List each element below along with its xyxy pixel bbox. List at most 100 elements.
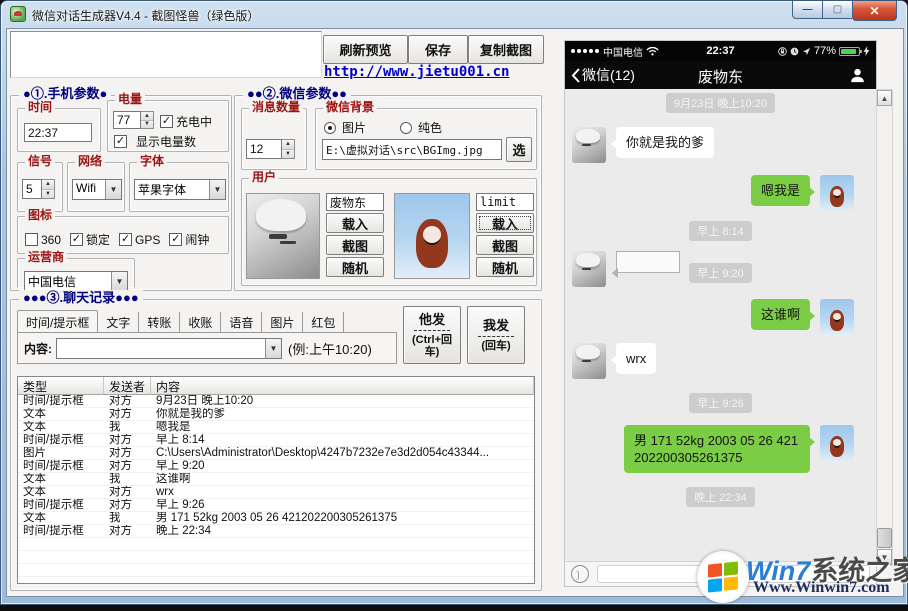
msg-count-input[interactable] [246, 139, 282, 159]
network-select[interactable]: Wifi ▼ [72, 179, 122, 200]
charging-bolt-icon [863, 46, 870, 56]
battery-group: 电量 ▲▼ ✓ 充电中 ✓ 显示电量数 [107, 100, 229, 152]
contact-avatar[interactable] [572, 127, 606, 163]
table-row[interactable]: 文本我男 171 52kg 2003 05 26 421202200305261… [18, 512, 534, 525]
message-bubble[interactable]: wrx [616, 343, 656, 374]
my-avatar[interactable] [820, 299, 854, 335]
battery-spinner[interactable]: ▲▼ [141, 111, 154, 129]
tab-红包[interactable]: 红包 [303, 312, 344, 332]
icon-checkbox[interactable]: ✓ [70, 233, 83, 246]
table-cell: 文本 [18, 421, 104, 433]
title-bar[interactable]: 微信对话生成器V4.4 - 截图怪兽（绿色版） [1, 1, 907, 28]
column-header[interactable]: 发送者 [104, 377, 151, 395]
table-row[interactable]: 文本我这谁啊 [18, 473, 534, 486]
user-left-load-button[interactable]: 载入 [326, 213, 384, 233]
message-bubble[interactable]: 男 171 52kg 2003 05 26 421202200305261375 [624, 425, 810, 473]
minimize-button[interactable]: — [792, 1, 823, 19]
table-row[interactable]: 文本对方你就是我的爹 [18, 408, 534, 421]
table-row[interactable]: 时间/提示框对方早上 9:26 [18, 499, 534, 512]
user-right-name-input[interactable] [476, 193, 534, 211]
table-row[interactable]: 文本对方wrx [18, 486, 534, 499]
icon-checkbox[interactable] [25, 233, 38, 246]
chevron-down-icon[interactable]: ▼ [111, 272, 127, 290]
bg-color-radio[interactable] [400, 122, 412, 134]
bottom-edge [0, 605, 908, 611]
user-right-screenshot-button[interactable]: 截图 [476, 235, 534, 255]
show-battery-checkbox[interactable]: ✓ [114, 135, 127, 148]
preview-scrollbar[interactable]: ▲ ▼ [876, 89, 893, 566]
contact-avatar[interactable] [572, 343, 606, 379]
bg-path-input[interactable] [322, 139, 502, 160]
scrollbar-thumb[interactable] [877, 528, 892, 548]
message-bubble[interactable]: 你就是我的爹 [616, 127, 714, 158]
font-select[interactable]: 苹果字体 ▼ [134, 179, 226, 200]
bg-image-radio[interactable] [324, 122, 336, 134]
table-row[interactable]: 时间/提示框对方晚上 22:34 [18, 525, 534, 538]
table-row[interactable]: 时间/提示框对方9月23日 晚上10:20 [18, 395, 534, 408]
table-row[interactable]: 时间/提示框对方早上 8:14 [18, 434, 534, 447]
my-avatar[interactable] [820, 175, 854, 211]
spin-down-icon[interactable]: ▼ [282, 150, 294, 159]
contact-avatar[interactable] [572, 251, 606, 287]
user-left-avatar[interactable] [246, 193, 320, 279]
chevron-down-icon[interactable]: ▼ [265, 339, 281, 358]
user-right-avatar[interactable] [394, 193, 470, 279]
time-input[interactable] [24, 123, 92, 142]
voice-icon[interactable] [571, 565, 589, 583]
msg-count-spinner[interactable]: ▲▼ [282, 139, 295, 159]
my-avatar[interactable] [820, 425, 854, 461]
spin-down-icon[interactable]: ▼ [42, 190, 54, 199]
message-bubble[interactable]: 嗯我是 [751, 175, 810, 206]
spin-up-icon[interactable]: ▲ [282, 140, 294, 150]
signal-input[interactable] [22, 179, 42, 199]
column-header[interactable]: 内容 [151, 377, 534, 395]
user-right-random-button[interactable]: 随机 [476, 257, 534, 277]
tab-时间/提示框[interactable]: 时间/提示框 [17, 310, 98, 332]
icon-checkbox[interactable]: ✓ [169, 233, 182, 246]
phone-status-bar: 中国电信 22:37 77% [565, 41, 876, 61]
lock-icon [778, 47, 787, 56]
refresh-preview-button[interactable]: 刷新预览 [323, 35, 408, 64]
message-bubble[interactable]: 这谁啊 [751, 299, 810, 330]
chevron-down-icon[interactable]: ▼ [209, 180, 225, 199]
tab-图片[interactable]: 图片 [262, 312, 303, 332]
send-as-other-button[interactable]: 他发 (Ctrl+回车) [403, 306, 461, 364]
column-header[interactable]: 类型 [18, 377, 104, 395]
send-as-me-button[interactable]: 我发 (回车) [467, 306, 525, 364]
user-left-name-input[interactable] [326, 193, 384, 211]
table-row[interactable]: 时间/提示框对方早上 9:20 [18, 460, 534, 473]
image-message-placeholder[interactable] [616, 251, 680, 273]
charging-checkbox[interactable]: ✓ [160, 115, 173, 128]
copy-screenshot-button[interactable]: 复制截图 [468, 35, 544, 64]
user-left-random-button[interactable]: 随机 [326, 257, 384, 277]
signal-spinner[interactable]: ▲▼ [42, 179, 55, 199]
chat-record-table[interactable]: 类型发送者内容 时间/提示框对方9月23日 晚上10:20文本对方你就是我的爹文… [17, 376, 535, 584]
table-cell: 时间/提示框 [18, 525, 104, 537]
scroll-up-icon[interactable]: ▲ [877, 90, 892, 106]
contact-person-icon[interactable] [849, 67, 866, 88]
choose-bg-button[interactable]: 选 [506, 137, 532, 162]
content-combo[interactable]: ▼ [56, 338, 282, 359]
user-left-screenshot-button[interactable]: 截图 [326, 235, 384, 255]
table-cell: 早上 8:14 [151, 434, 534, 446]
user-right-load-button[interactable]: 载入 [476, 213, 534, 233]
tab-语音[interactable]: 语音 [221, 312, 262, 332]
website-link[interactable]: http://www.jietu001.cn [324, 64, 509, 80]
tab-文字[interactable]: 文字 [98, 312, 139, 332]
battery-value-input[interactable] [113, 111, 141, 129]
icon-checkbox[interactable]: ✓ [119, 233, 132, 246]
table-row[interactable]: 文本我嗯我是 [18, 421, 534, 434]
save-button[interactable]: 保存 [408, 35, 468, 64]
table-body: 时间/提示框对方9月23日 晚上10:20文本对方你就是我的爹文本我嗯我是时间/… [18, 395, 534, 584]
table-row[interactable]: 图片对方C:\Users\Administrator\Desktop\4247b… [18, 447, 534, 460]
message-type-tabs: 时间/提示框文字转账收账语音图片红包 [17, 310, 344, 332]
tab-转账[interactable]: 转账 [139, 312, 180, 332]
spin-up-icon[interactable]: ▲ [42, 180, 54, 190]
spin-down-icon[interactable]: ▼ [141, 121, 153, 129]
close-button[interactable]: ✕ [852, 1, 897, 21]
spin-up-icon[interactable]: ▲ [141, 112, 153, 121]
carrier-select[interactable]: 中国电信 ▼ [24, 271, 128, 291]
maximize-button[interactable]: ▢ [823, 1, 852, 19]
tab-收账[interactable]: 收账 [180, 312, 221, 332]
chevron-down-icon[interactable]: ▼ [105, 180, 121, 199]
